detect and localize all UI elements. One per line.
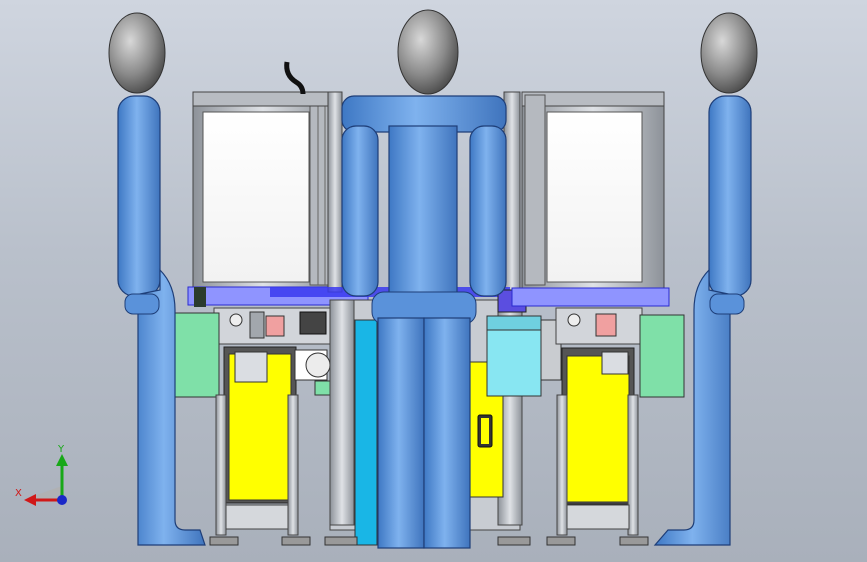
- cad-viewport[interactable]: Y X: [0, 0, 867, 562]
- right-window-panel: [546, 111, 643, 283]
- assembly-front-view: Y X: [15, 9, 758, 549]
- x-axis-label: X: [15, 488, 22, 499]
- right-human-head: [700, 12, 758, 94]
- y-axis-label: Y: [57, 444, 65, 455]
- left-human-head: [108, 12, 166, 94]
- center-human-head: [397, 9, 459, 95]
- axis-triad: Y X: [15, 444, 68, 506]
- left-window-panel: [202, 111, 310, 283]
- right-base-plate: [511, 287, 670, 307]
- left-human-figure[interactable]: [108, 12, 206, 546]
- right-yellow-cabinet: [566, 355, 630, 503]
- right-green-panel: [639, 314, 685, 398]
- right-human-figure[interactable]: [653, 12, 758, 546]
- left-green-panel: [174, 312, 220, 398]
